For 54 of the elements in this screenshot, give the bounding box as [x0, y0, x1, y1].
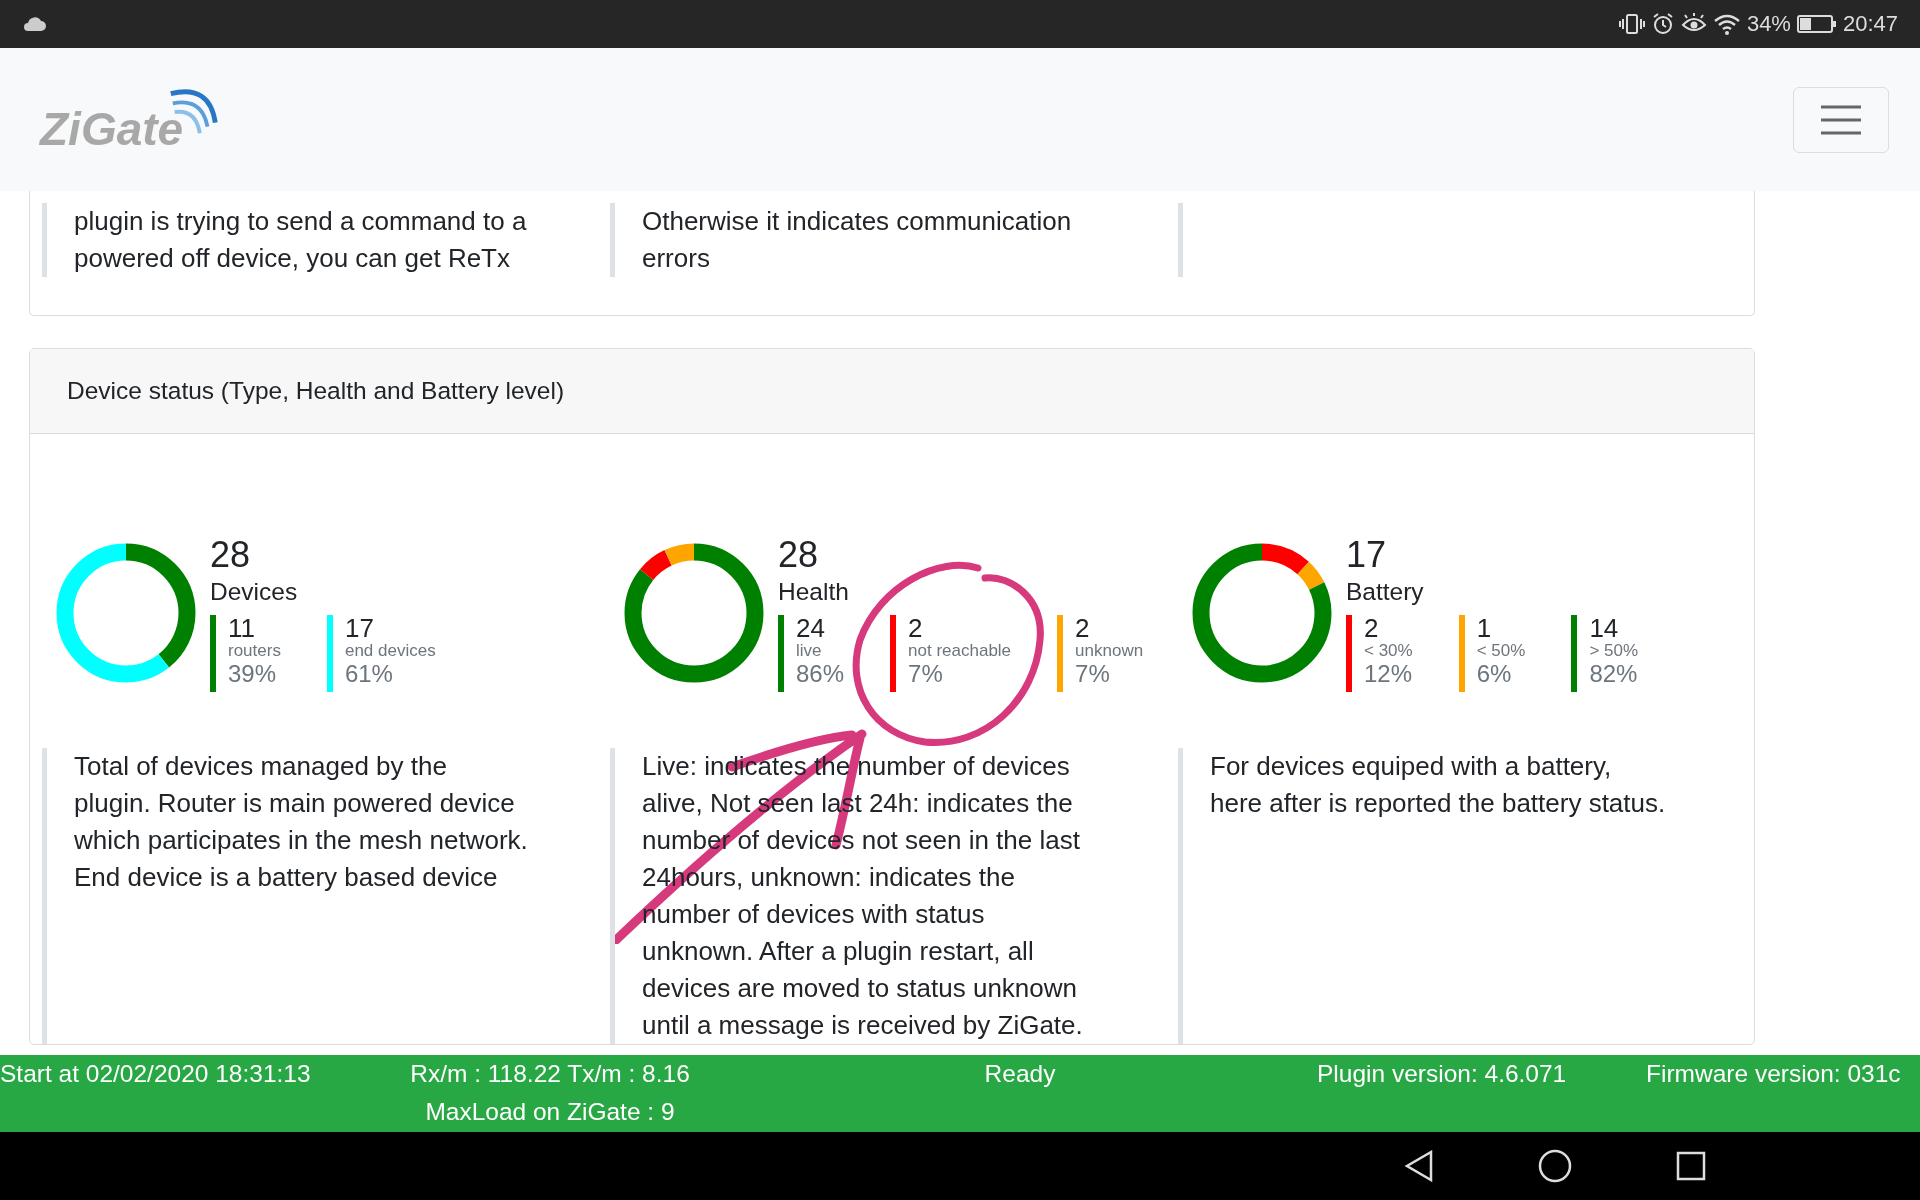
total-count: 28	[778, 535, 820, 575]
firmware-version: Firmware version: 031c	[1646, 1060, 1901, 1087]
item-label: end devices	[344, 641, 436, 661]
battery-icon	[1796, 14, 1837, 34]
battery-percentage: 34%	[1746, 11, 1791, 37]
tx-rate: Tx/m : 8.16	[567, 1060, 690, 1087]
item-count: 11	[228, 615, 256, 641]
clock-time: 20:47	[1842, 11, 1898, 37]
item-percent: 7%	[908, 661, 944, 687]
description-text: plugin is trying to send a command to a powered off device, you can get ReTx	[74, 205, 528, 275]
vibrate-icon	[1618, 12, 1645, 36]
zigate-logo-text: ZiGate	[40, 101, 184, 156]
wifi-icon	[1712, 12, 1741, 36]
item-percent: 82%	[1589, 661, 1639, 687]
stat-label: Health	[778, 577, 850, 607]
item-percent: 39%	[228, 661, 278, 687]
item-label: not reachable	[908, 641, 1012, 661]
stat-label: Battery	[1346, 577, 1425, 607]
item-count: 1	[1476, 615, 1492, 641]
item-label: live	[796, 641, 823, 661]
menu-button[interactable]	[1793, 86, 1889, 153]
description-text: Otherwise it indicates communication errors	[642, 205, 1073, 275]
cloud-icon	[22, 17, 46, 31]
max-load: MaxLoad on ZiGate : 9	[425, 1098, 675, 1125]
total-count: 17	[1346, 535, 1388, 575]
item-label: > 50%	[1589, 641, 1639, 661]
item-percent: 61%	[344, 661, 394, 687]
home-icon[interactable]	[1538, 1149, 1572, 1183]
item-count: 14	[1589, 615, 1620, 641]
stat-label: Devices	[210, 577, 299, 607]
item-label: < 30%	[1364, 641, 1413, 661]
plugin-version: Plugin version: 4.6.071	[1317, 1060, 1567, 1087]
start-time: Start at 02/02/2020 18:31:13	[0, 1060, 311, 1087]
recents-icon[interactable]	[1676, 1151, 1706, 1181]
menu-icon	[1820, 103, 1862, 136]
description-text: Total of devices managed by the plugin. Router is main powered device which participates in the mesh network. End device is a battery based device	[74, 750, 529, 894]
back-icon[interactable]	[1404, 1150, 1434, 1182]
item-count: 17	[344, 615, 375, 641]
card-title: Device status (Type, Health and Battery level)	[67, 377, 565, 405]
item-label: < 50%	[1476, 641, 1526, 661]
item-count: 2	[1364, 615, 1379, 641]
item-count: 2	[908, 615, 924, 641]
status-text: Ready	[984, 1060, 1056, 1087]
item-percent: 6%	[1476, 661, 1513, 687]
item-count: 2	[1075, 615, 1091, 641]
description-text: For devices equiped with a battery, here after is reported the battery status.	[1210, 750, 1666, 820]
item-label: routers	[228, 641, 281, 661]
item-percent: 86%	[796, 661, 845, 687]
item-label: unknown	[1075, 641, 1144, 661]
item-percent: 7%	[1075, 661, 1111, 687]
rx-rate: Rx/m : 118.22	[410, 1060, 561, 1087]
total-count: 28	[210, 535, 252, 575]
item-count: 24	[796, 615, 826, 641]
item-percent: 12%	[1364, 661, 1413, 687]
